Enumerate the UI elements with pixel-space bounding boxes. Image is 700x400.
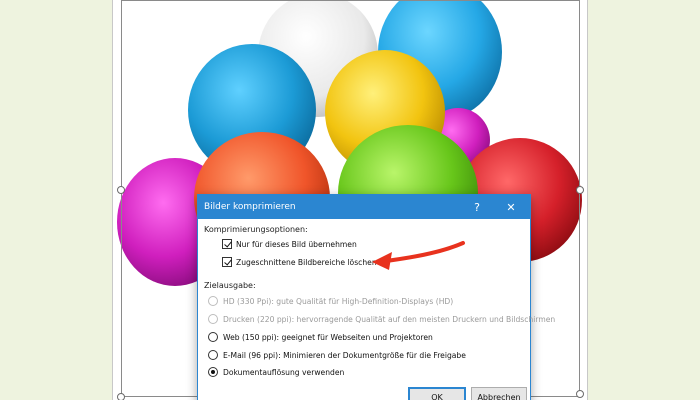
checkbox-checked[interactable] <box>222 239 232 249</box>
radio-label: Dokumentauflösung verwenden <box>223 367 345 377</box>
radio-button[interactable] <box>208 332 218 342</box>
radio-label: Web (150 ppi): geeignet für Webseiten un… <box>223 332 433 342</box>
dialog-titlebar: Bilder komprimieren ? ✕ <box>198 195 530 219</box>
radio-button[interactable] <box>208 314 218 324</box>
radio-print[interactable]: Drucken (220 ppi): hervorragende Qualitä… <box>208 314 555 324</box>
resize-handle-bottom-left[interactable] <box>117 393 125 400</box>
cancel-button[interactable]: Abbrechen <box>471 387 527 400</box>
radio-label: E-Mail (96 ppi): Minimieren der Dokument… <box>223 350 466 360</box>
radio-button-selected[interactable] <box>208 367 218 377</box>
resize-handle-bottom-right[interactable] <box>576 390 584 398</box>
radio-label: HD (330 Ppi): gute Qualität für High-Def… <box>223 296 454 306</box>
radio-web[interactable]: Web (150 ppi): geeignet für Webseiten un… <box>208 332 433 342</box>
radio-hd[interactable]: HD (330 Ppi): gute Qualität für High-Def… <box>208 296 453 306</box>
apply-only-this-picture-checkbox[interactable]: Nur für dieses Bild übernehmen <box>222 239 357 249</box>
compression-section-label: Komprimierungsoptionen: <box>204 225 308 234</box>
radio-document-resolution[interactable]: Dokumentauflösung verwenden <box>208 367 344 377</box>
radio-button[interactable] <box>208 296 218 306</box>
resize-handle-right[interactable] <box>576 186 584 194</box>
output-section-label: Zielausgabe: <box>204 281 256 290</box>
close-icon[interactable]: ✕ <box>498 195 524 219</box>
radio-email[interactable]: E-Mail (96 ppi): Minimieren der Dokument… <box>208 350 466 360</box>
checkbox-label: Zugeschnittene Bildbereiche löschen <box>236 257 377 267</box>
delete-cropped-areas-checkbox[interactable]: Zugeschnittene Bildbereiche löschen <box>222 257 377 267</box>
compress-pictures-dialog: Bilder komprimieren ? ✕ Komprimierungsop… <box>197 194 555 400</box>
checkbox-checked[interactable] <box>222 257 232 267</box>
ok-button[interactable]: OK <box>408 387 466 400</box>
radio-button[interactable] <box>208 350 218 360</box>
checkbox-label: Nur für dieses Bild übernehmen <box>236 239 357 249</box>
dialog-title: Bilder komprimieren <box>204 202 296 212</box>
resize-handle-left[interactable] <box>117 186 125 194</box>
radio-label: Drucken (220 ppi): hervorragende Qualitä… <box>223 314 556 324</box>
help-icon[interactable]: ? <box>464 195 490 219</box>
